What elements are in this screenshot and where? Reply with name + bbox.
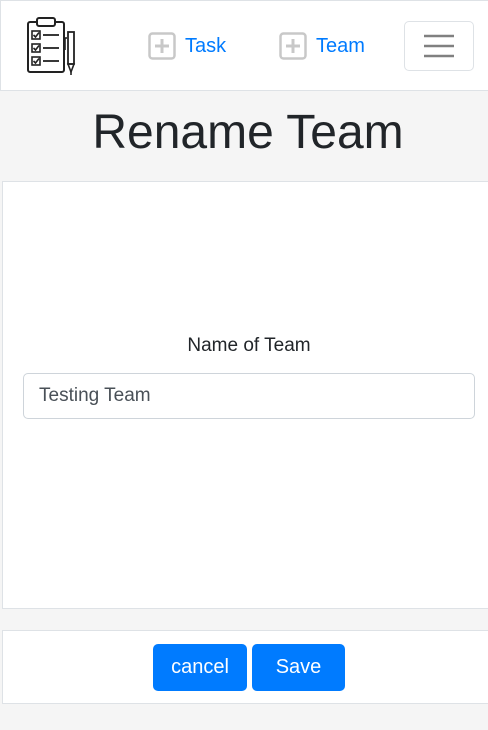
hamburger-menu-icon <box>424 34 454 58</box>
form-actions: cancel Save <box>2 630 488 704</box>
rename-form-card: Name of Team <box>2 181 488 609</box>
page-title: Rename Team <box>92 106 404 159</box>
add-task-label: Task <box>185 34 227 57</box>
cancel-button[interactable]: cancel <box>153 644 247 691</box>
team-name-label: Name of Team <box>187 335 311 356</box>
clipboard-checklist-icon[interactable] <box>24 16 80 76</box>
save-button[interactable]: Save <box>252 644 345 691</box>
plus-square-icon <box>148 32 176 60</box>
plus-square-icon <box>279 32 307 60</box>
team-name-input[interactable] <box>23 373 475 419</box>
add-task-link[interactable]: Task <box>148 31 226 61</box>
menu-toggle-button[interactable] <box>404 21 474 71</box>
add-team-label: Team <box>316 34 365 57</box>
top-navbar: Task Team <box>0 0 488 90</box>
add-team-link[interactable]: Team <box>279 31 365 61</box>
page-header: Rename Team <box>0 90 488 181</box>
